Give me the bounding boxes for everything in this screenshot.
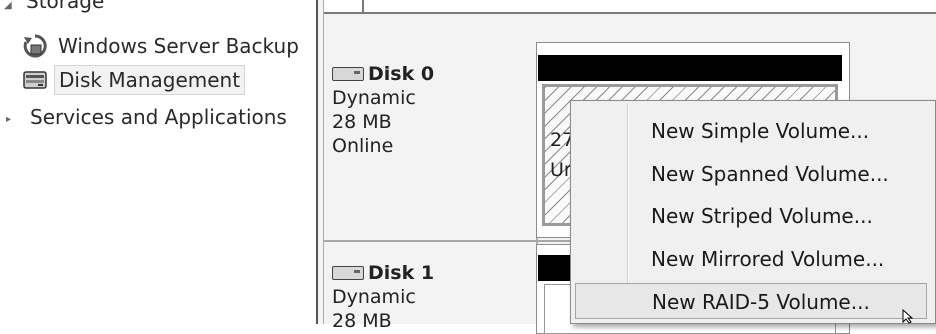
disk-icon — [332, 67, 364, 81]
disk-management-icon — [22, 68, 48, 92]
disk-1-info[interactable]: Disk 1 Dynamic 28 MB — [332, 261, 536, 333]
disk-size: 28 MB — [332, 310, 392, 332]
disk-type: Dynamic — [332, 286, 416, 308]
tree-item-label: Windows Server Backup — [58, 34, 299, 58]
menu-item-new-mirrored-volume[interactable]: New Mirrored Volume... — [575, 241, 927, 277]
disk-name: Disk 1 — [368, 262, 435, 284]
disk-0-info[interactable]: Disk 0 Dynamic 28 MB Online — [332, 62, 536, 158]
tree-item-services-and-applications[interactable]: ▸ Services and Applications — [0, 100, 291, 134]
tree-item-storage[interactable]: ◢ Storage — [0, 0, 108, 18]
menu-item-new-striped-volume[interactable]: New Striped Volume... — [575, 198, 927, 234]
pane-splitter[interactable] — [316, 0, 324, 324]
mouse-cursor-icon — [902, 309, 914, 324]
disk-status: Online — [332, 135, 394, 157]
disk-0-volume-status: Ur — [550, 159, 572, 181]
disk-0-volume-bar — [538, 55, 842, 81]
tree-item-label: Storage — [26, 0, 105, 13]
backup-icon — [22, 34, 48, 58]
menu-item-new-raid5-volume[interactable]: New RAID-5 Volume... — [575, 283, 927, 319]
tree-item-label: Disk Management — [54, 65, 246, 95]
collapse-arrow-icon[interactable]: ◢ — [4, 0, 12, 11]
column-header-strip — [324, 0, 936, 14]
menu-item-new-simple-volume[interactable]: New Simple Volume... — [575, 113, 927, 149]
tree-item-disk-management[interactable]: Disk Management — [22, 63, 246, 97]
console-tree: ◢ Storage Windows Server Backup Disk Man… — [0, 0, 316, 324]
tree-item-windows-server-backup[interactable]: Windows Server Backup — [22, 29, 303, 63]
expand-arrow-icon[interactable]: ▸ — [6, 114, 11, 125]
volume-context-menu: New Simple Volume... New Spanned Volume.… — [570, 100, 936, 324]
disk-name: Disk 0 — [368, 63, 435, 85]
disk-icon — [332, 266, 364, 280]
tree-item-label: Services and Applications — [30, 105, 287, 129]
menu-item-new-spanned-volume[interactable]: New Spanned Volume... — [575, 156, 927, 192]
disk-size: 28 MB — [332, 111, 392, 133]
disk-type: Dynamic — [332, 87, 416, 109]
